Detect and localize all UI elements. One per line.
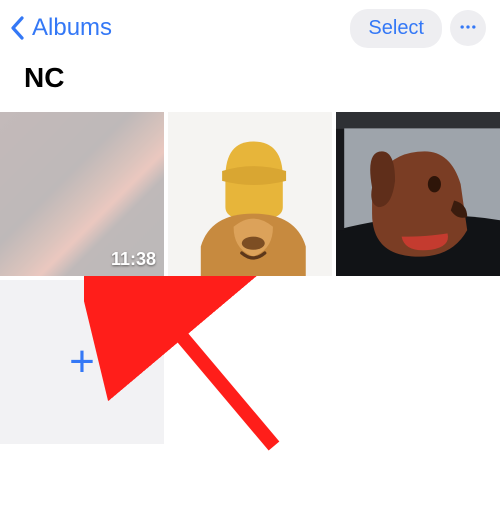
add-photo-button[interactable]: +: [0, 280, 164, 444]
header-bar: Albums Select: [0, 0, 500, 56]
select-button[interactable]: Select: [350, 9, 442, 48]
grid-item-photo[interactable]: [336, 112, 500, 276]
chevron-left-icon: [10, 14, 28, 42]
plus-icon: +: [69, 340, 95, 384]
photo-grid: 11:38 +: [0, 112, 500, 444]
album-title: NC: [0, 56, 500, 112]
grid-item-photo[interactable]: [168, 112, 332, 276]
photo-thumb-dog-car: [336, 112, 500, 276]
back-button[interactable]: Albums: [10, 14, 112, 42]
video-duration: 11:38: [111, 249, 156, 270]
photo-thumb-dog-beanie: [168, 112, 332, 276]
header-actions: Select: [350, 9, 486, 48]
more-button[interactable]: [450, 10, 486, 46]
back-label: Albums: [32, 14, 112, 42]
ellipsis-icon: [458, 17, 478, 40]
grid-item-video[interactable]: 11:38: [0, 112, 164, 276]
